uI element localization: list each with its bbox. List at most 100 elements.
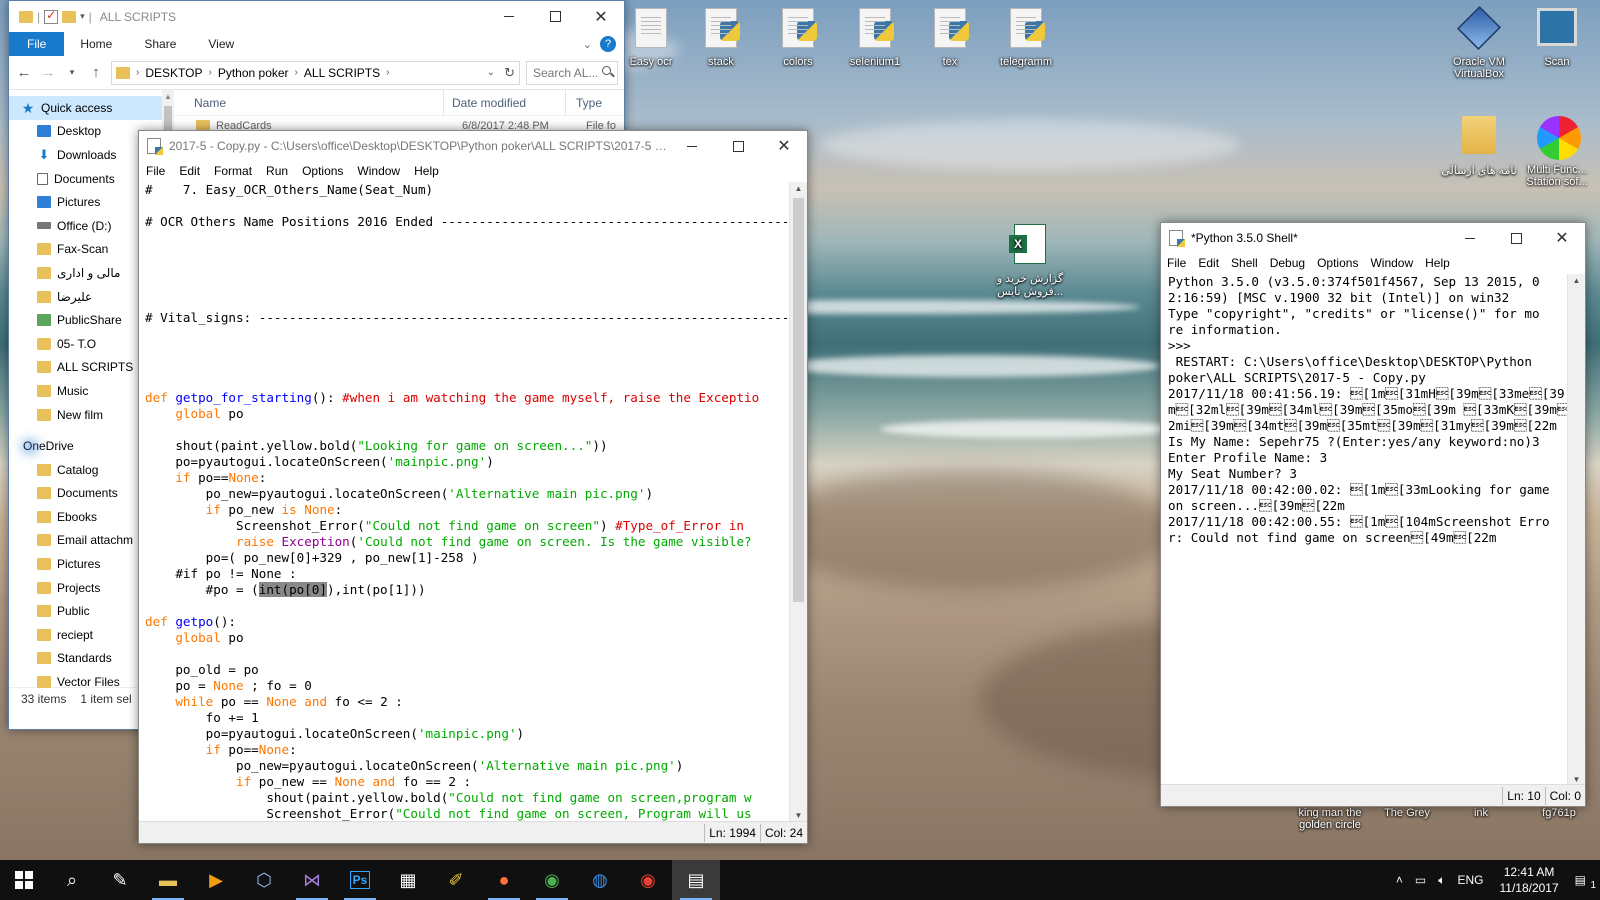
chevron-up-icon[interactable]: ˄ <box>1390 873 1409 887</box>
chevron-down-icon[interactable]: ▾ <box>80 11 85 22</box>
action-center-icon[interactable]: ▤ 1 <box>1569 873 1600 891</box>
taskbar-search-button[interactable]: ⌕ <box>48 860 96 900</box>
desktop-icon-virtualbox[interactable]: Oracle VM VirtualBox <box>1440 5 1518 80</box>
explorer-titlebar[interactable]: | ▾ | ALL SCRIPTS ✕ <box>9 1 624 32</box>
taskbar-firefox-button[interactable]: ● <box>480 860 528 900</box>
forward-button[interactable]: → <box>39 64 57 81</box>
expand-ribbon-icon[interactable]: ⌄ <box>583 38 592 51</box>
sidebar-item-label: علیرضا <box>57 289 93 304</box>
desktop-icon-scan[interactable]: Scan <box>1518 8 1596 68</box>
menu-window[interactable]: Window <box>350 164 407 178</box>
shell-titlebar[interactable]: *Python 3.5.0 Shell* ✕ <box>1161 223 1585 253</box>
new-folder-icon[interactable] <box>62 10 77 23</box>
help-icon[interactable]: ? <box>600 36 616 52</box>
desktop-icon-colors[interactable]: colors <box>759 8 837 68</box>
tab-home[interactable]: Home <box>64 32 128 56</box>
taskbar-paint-button[interactable]: ✎ <box>96 860 144 900</box>
breadcrumb-item[interactable]: Python poker <box>218 66 289 80</box>
idle-editor-window: 2017-5 - Copy.py - C:\Users\office\Deskt… <box>138 130 808 844</box>
scroll-down-icon[interactable]: ▼ <box>790 811 807 820</box>
desktop-icon-golden-circle[interactable]: king man the golden circle <box>1290 807 1370 831</box>
menu-file[interactable]: File <box>1161 256 1192 270</box>
column-name[interactable]: Name <box>174 89 444 116</box>
shell-output[interactable]: Python 3.5.0 (v3.5.0:374f501f4567, Sep 1… <box>1161 274 1567 784</box>
editor-titlebar[interactable]: 2017-5 - Copy.py - C:\Users\office\Deskt… <box>139 131 807 161</box>
line-number: Ln: 10 <box>1502 786 1544 805</box>
network-icon[interactable]: ▭ <box>1409 873 1432 887</box>
desktop-icon-the-grey[interactable]: The Grey <box>1368 807 1446 819</box>
menu-window[interactable]: Window <box>1364 256 1419 270</box>
close-button[interactable]: ✕ <box>1539 223 1585 253</box>
refresh-icon[interactable]: ↻ <box>504 65 515 81</box>
sidebar-item[interactable]: ★ Quick access <box>9 96 174 120</box>
tab-file[interactable]: File <box>9 32 65 56</box>
menu-file[interactable]: File <box>139 164 172 178</box>
taskbar-visual-studio-button[interactable]: ⋈ <box>288 860 336 900</box>
menu-edit[interactable]: Edit <box>1192 256 1225 270</box>
scroll-down-icon[interactable]: ▼ <box>1568 775 1585 784</box>
desktop-icon-fg761p[interactable]: fg761p <box>1520 807 1598 819</box>
close-button[interactable]: ✕ <box>761 131 807 161</box>
menu-shell[interactable]: Shell <box>1225 256 1264 270</box>
code-editor[interactable]: # 7. Easy_OCR_Others_Name(Seat_Num) # OC… <box>139 182 787 822</box>
desktop-icon-stack[interactable]: stack <box>682 8 760 68</box>
menu-help[interactable]: Help <box>1419 256 1456 270</box>
address-dropdown-icon[interactable]: ⌄ <box>487 67 495 78</box>
shell-line: on screen...[39m[22m <box>1168 498 1345 513</box>
menu-options[interactable]: Options <box>1311 256 1364 270</box>
minimize-button[interactable] <box>669 131 715 161</box>
minimize-button[interactable] <box>1447 223 1493 253</box>
recent-locations-icon[interactable]: ▾ <box>63 67 81 78</box>
taskbar-chrome-button[interactable]: ◉ <box>528 860 576 900</box>
menu-options[interactable]: Options <box>295 164 350 178</box>
editor-scrollbar[interactable]: ▲ ▼ <box>789 182 807 822</box>
scroll-up-icon[interactable]: ▲ <box>790 184 807 193</box>
desktop-icon-excel-report[interactable]: گزارش خرید و فروش تایس... <box>986 224 1074 298</box>
scrollbar-thumb[interactable] <box>793 198 804 602</box>
taskbar-file-explorer-button[interactable]: ▬ <box>144 860 192 900</box>
taskbar-virtualbox-button[interactable]: ⬡ <box>240 860 288 900</box>
desktop-icon-telegramm[interactable]: telegramm <box>987 8 1065 68</box>
taskbar-python-idle-button[interactable]: ▤ <box>672 860 720 900</box>
menu-format[interactable]: Format <box>207 164 259 178</box>
volume-icon[interactable]: 🔈︎ <box>1432 873 1451 888</box>
address-bar[interactable]: › DESKTOP › Python poker › ALL SCRIPTS ›… <box>111 60 520 85</box>
breadcrumb-item[interactable]: DESKTOP <box>145 66 202 80</box>
start-button[interactable] <box>0 860 48 900</box>
maximize-button[interactable] <box>1493 223 1539 253</box>
desktop-icon-tex[interactable]: tex <box>911 8 989 68</box>
taskbar-globe-app-button[interactable]: ◍ <box>576 860 624 900</box>
scroll-up-icon[interactable]: ▲ <box>1568 276 1585 285</box>
shell-line: Is My Name: Sepehr75 ?(Enter:yes/any key… <box>1168 434 1540 449</box>
desktop-icon-ink[interactable]: ink <box>1442 807 1520 819</box>
taskbar-photoshop-button[interactable]: Ps <box>336 860 384 900</box>
close-button[interactable]: ✕ <box>578 2 624 32</box>
minimize-button[interactable] <box>486 2 532 32</box>
maximize-button[interactable] <box>532 2 578 32</box>
scroll-up-icon[interactable]: ▲ <box>162 92 174 101</box>
up-button[interactable]: ↑ <box>87 64 105 81</box>
column-type[interactable]: Type <box>566 90 616 116</box>
column-date-modified[interactable]: Date modified <box>444 89 566 116</box>
search-input[interactable]: Search AL... <box>526 60 618 85</box>
breadcrumb-item[interactable]: ALL SCRIPTS <box>304 66 380 80</box>
back-button[interactable]: ← <box>15 64 33 81</box>
language-indicator[interactable]: ENG <box>1451 873 1489 887</box>
properties-icon[interactable] <box>44 8 59 24</box>
desktop-icon-selenium1[interactable]: selenium1 <box>836 8 914 68</box>
taskbar-sticky-tool-button[interactable]: ✐ <box>432 860 480 900</box>
desktop-icon-multi-function[interactable]: Multi Func... Station sof... <box>1518 116 1596 188</box>
desktop-icon-sent-letters[interactable]: نامه های ارسالی <box>1440 116 1518 177</box>
taskbar-calculator-button[interactable]: ▦ <box>384 860 432 900</box>
shell-scrollbar[interactable]: ▲ ▼ <box>1567 274 1585 786</box>
maximize-button[interactable] <box>715 131 761 161</box>
clock[interactable]: 12:41 AM 11/18/2017 <box>1489 864 1568 896</box>
menu-debug[interactable]: Debug <box>1264 256 1311 270</box>
menu-edit[interactable]: Edit <box>172 164 207 178</box>
taskbar-chrome-alt-button[interactable]: ◉ <box>624 860 672 900</box>
menu-help[interactable]: Help <box>407 164 446 178</box>
menu-run[interactable]: Run <box>259 164 295 178</box>
tab-view[interactable]: View <box>192 32 250 56</box>
taskbar-media-player-button[interactable]: ▶ <box>192 860 240 900</box>
tab-share[interactable]: Share <box>128 32 192 56</box>
